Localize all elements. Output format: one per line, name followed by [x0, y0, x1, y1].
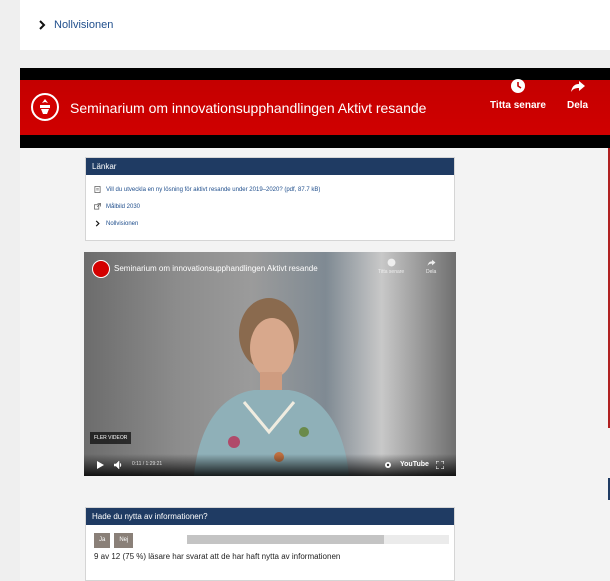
- link-malbild[interactable]: Målbild 2030: [86, 198, 454, 215]
- youtube-logo[interactable]: YouTube: [400, 461, 429, 468]
- video-emblem-icon: [92, 260, 110, 278]
- banner-red-strip: Seminarium om innovationsupphandlingen A…: [20, 78, 610, 135]
- video-title[interactable]: Seminarium om innovationsupphandlingen A…: [114, 264, 318, 273]
- video-watch-later[interactable]: Titta senare: [378, 258, 404, 275]
- volume-icon[interactable]: [114, 461, 123, 469]
- video-share-label: Dela: [426, 269, 437, 275]
- settings-gear-icon[interactable]: [384, 461, 392, 469]
- banner-title[interactable]: Seminarium om innovationsupphandlingen A…: [70, 100, 426, 116]
- video-player[interactable]: Seminarium om innovationsupphandlingen A…: [84, 252, 456, 476]
- link-malbild-label: Målbild 2030: [106, 203, 141, 210]
- share-button[interactable]: Dela: [567, 78, 588, 111]
- links-header: Länkar: [86, 158, 454, 175]
- link-pdf-label: Vill du utveckla en ny lösning för aktiv…: [106, 186, 321, 193]
- video-share[interactable]: Dela: [426, 258, 436, 275]
- share-arrow-icon: [570, 81, 585, 92]
- clock-icon: [387, 258, 396, 267]
- document-icon: [94, 186, 101, 193]
- links-panel: Länkar Vill du utveckla en ny lösning fö…: [85, 157, 455, 241]
- external-link-icon: [94, 203, 101, 210]
- clock-icon: [510, 79, 525, 93]
- video-banner[interactable]: Seminarium om innovationsupphandlingen A…: [20, 68, 610, 148]
- link-nollvisionen[interactable]: Nollvisionen: [86, 215, 454, 232]
- share-arrow-icon: [427, 259, 436, 266]
- no-button[interactable]: Nej: [114, 533, 134, 548]
- feedback-progress-fill: [187, 535, 384, 544]
- share-label: Dela: [567, 100, 589, 111]
- chevron-right-icon: [39, 20, 46, 30]
- chevron-right-icon: [95, 220, 100, 227]
- more-videos-button[interactable]: FLER VIDEOR: [90, 432, 132, 444]
- feedback-panel: Hade du nytta av informationen? Ja Nej 9…: [85, 507, 455, 581]
- yes-button[interactable]: Ja: [94, 533, 111, 548]
- fullscreen-icon[interactable]: [436, 461, 444, 469]
- play-icon[interactable]: [96, 461, 104, 469]
- breadcrumb-card: Nollvisionen: [20, 0, 610, 50]
- feedback-stat: 9 av 12 (75 %) läsare har svarat att de …: [94, 552, 341, 561]
- speaker-image: [194, 298, 349, 476]
- feedback-header: Hade du nytta av informationen?: [86, 508, 454, 525]
- nollvisionen-link[interactable]: Nollvisionen: [36, 19, 113, 31]
- link-nollvisionen-label: Nollvisionen: [106, 220, 139, 227]
- watch-later-label: Titta senare: [490, 100, 546, 111]
- watch-later-button[interactable]: Titta senare: [490, 78, 546, 111]
- emblem-icon: [31, 93, 59, 121]
- video-time: 0:11 / 1:29:21: [132, 461, 163, 467]
- link-pdf[interactable]: Vill du utveckla en ny lösning för aktiv…: [86, 181, 454, 198]
- video-watch-later-label: Titta senare: [378, 269, 405, 275]
- feedback-progress-bar: [187, 535, 449, 544]
- nollvisionen-label: Nollvisionen: [54, 19, 114, 31]
